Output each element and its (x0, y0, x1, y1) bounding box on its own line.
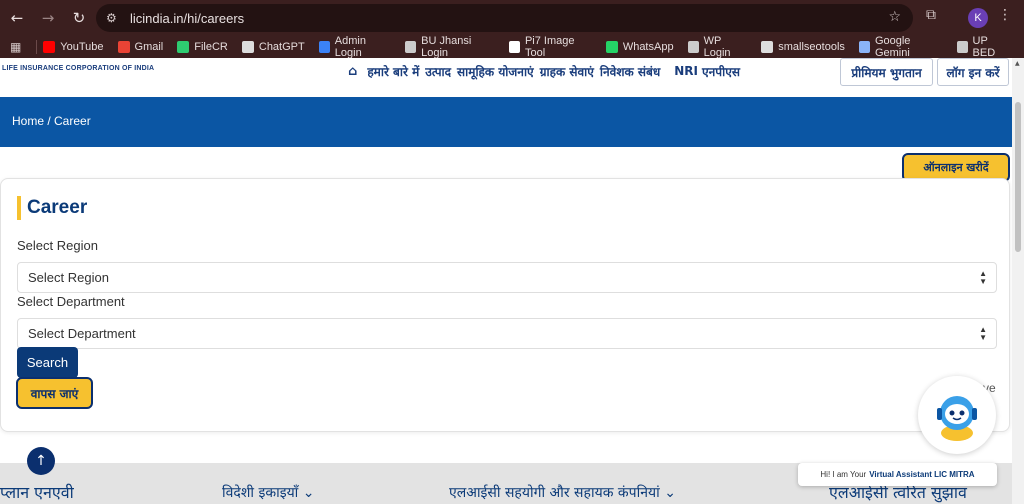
bookmark-gemini[interactable]: Google Gemini (858, 35, 943, 59)
extensions-icon[interactable]: ⧉ (926, 7, 936, 23)
bookmark-star-icon[interactable]: ☆ (888, 9, 901, 25)
youtube-icon (43, 41, 56, 53)
apps-grid-icon[interactable]: ▦ (10, 40, 30, 54)
browser-menu-icon[interactable]: ⋮ (998, 7, 1012, 23)
back-button[interactable]: वापस जाएं (16, 377, 93, 409)
bookmark-admin-login[interactable]: Admin Login (318, 35, 391, 59)
select-arrows-icon: ▲ ▼ (979, 325, 987, 342)
chatbot-robot-icon (937, 396, 977, 441)
department-label: Select Department (17, 294, 125, 309)
footer-foreign-units[interactable]: विदेशी इकाइयाँ ⌄ (222, 483, 315, 502)
scrollbar-thumb[interactable] (1015, 102, 1021, 252)
chevron-down-icon: ⌄ (302, 485, 315, 501)
globe-icon (956, 41, 968, 53)
nav-about[interactable]: हमारे बारे में (367, 63, 419, 80)
bookmark-smallseotools[interactable]: smallseotools (761, 41, 845, 53)
bookmark-wp-login[interactable]: WP Login (687, 35, 748, 59)
back-arrow-icon[interactable]: ← (3, 4, 31, 32)
department-select-value: Select Department (28, 326, 136, 341)
bookmark-pi7[interactable]: Pi7 Image Tool (508, 35, 592, 59)
filecr-icon (177, 41, 190, 53)
smallseotools-icon (761, 41, 774, 53)
profile-avatar[interactable]: K (968, 8, 988, 28)
pi7-icon (508, 41, 520, 53)
bookmark-gmail[interactable]: Gmail (117, 41, 163, 53)
bookmark-youtube[interactable]: YouTube (43, 41, 104, 53)
address-bar[interactable]: ⚙ licindia.in/hi/careers ☆ (96, 4, 913, 32)
bookmark-up-bed[interactable]: UP BED (956, 35, 1010, 59)
footer-associates[interactable]: एलआईसी सहयोगी और सहायक कंपनियां ⌄ (449, 483, 676, 502)
chevron-down-icon: ⌄ (664, 485, 676, 501)
scroll-up-icon[interactable]: ▲ (1015, 60, 1020, 67)
login-button[interactable]: लॉग इन करें (937, 58, 1009, 86)
site-settings-icon[interactable]: ⚙ (106, 11, 122, 25)
region-select[interactable]: Select Region ▲ ▼ (17, 262, 997, 293)
nav-products[interactable]: उत्पाद (425, 63, 451, 80)
bookmarks-divider (36, 40, 38, 54)
chatbot-greeting[interactable]: Hi! I am Your Virtual Assistant LIC MITRA (798, 463, 997, 486)
nav-investor-relations[interactable]: निवेशक संबंध (600, 63, 660, 80)
main-nav: ⌂ हमारे बारे में उत्पाद सामूहिक योजनाएं … (348, 60, 746, 82)
search-button[interactable]: Search (17, 347, 78, 378)
gmail-icon (117, 41, 130, 53)
scroll-to-top-button[interactable]: ↑ (27, 447, 55, 475)
page-scrollbar[interactable]: ▲ (1012, 58, 1024, 504)
region-select-value: Select Region (28, 270, 109, 285)
footer-plan-nav[interactable]: प्लान एनएवी (0, 481, 74, 503)
bookmark-bu-jhansi[interactable]: BU Jhansi Login (405, 35, 495, 59)
nav-nps[interactable]: एनपीएस (702, 63, 740, 80)
home-icon[interactable]: ⌂ (348, 64, 357, 79)
department-select[interactable]: Select Department ▲ ▼ (17, 318, 997, 349)
bookmark-whatsapp[interactable]: WhatsApp (605, 41, 674, 53)
chatbot-launcher[interactable] (918, 376, 996, 454)
forward-arrow-icon[interactable]: → (34, 4, 62, 32)
globe-icon (687, 41, 699, 53)
gemini-icon (858, 41, 870, 53)
arrow-up-icon: ↑ (35, 453, 47, 469)
page-banner: Home / Career (0, 97, 1012, 147)
url-text[interactable]: licindia.in/hi/careers (130, 11, 244, 26)
chatgpt-icon (241, 41, 254, 53)
page-title: Career (17, 196, 87, 220)
nav-nri[interactable]: NRI (674, 64, 698, 78)
bookmark-filecr[interactable]: FileCR (177, 41, 228, 53)
browser-toolbar: ← → ↻ ⚙ licindia.in/hi/careers ☆ ⧉ K ⋮ (0, 0, 1024, 36)
premium-pay-button[interactable]: प्रीमियम भुगतान (840, 58, 933, 86)
bookmark-chatgpt[interactable]: ChatGPT (241, 41, 305, 53)
nav-group-schemes[interactable]: सामूहिक योजनाएं (457, 63, 534, 80)
bookmarks-bar: ▦ YouTube Gmail FileCR ChatGPT Admin Log… (0, 35, 1024, 59)
reload-icon[interactable]: ↻ (65, 4, 93, 32)
whatsapp-icon (605, 41, 618, 53)
lic-logo-text[interactable]: LIFE INSURANCE CORPORATION OF INDIA (2, 65, 154, 72)
page-viewport: LIFE INSURANCE CORPORATION OF INDIA ⌂ हम… (0, 58, 1012, 504)
career-card: Career Select Region Select Region ▲ ▼ Se… (0, 178, 1010, 432)
nav-customer-services[interactable]: ग्राहक सेवाएं (540, 63, 594, 80)
region-label: Select Region (17, 238, 98, 253)
select-arrows-icon: ▲ ▼ (979, 269, 987, 286)
admin-login-icon (318, 41, 330, 53)
breadcrumb[interactable]: Home / Career (12, 114, 91, 128)
globe-icon (405, 41, 417, 53)
